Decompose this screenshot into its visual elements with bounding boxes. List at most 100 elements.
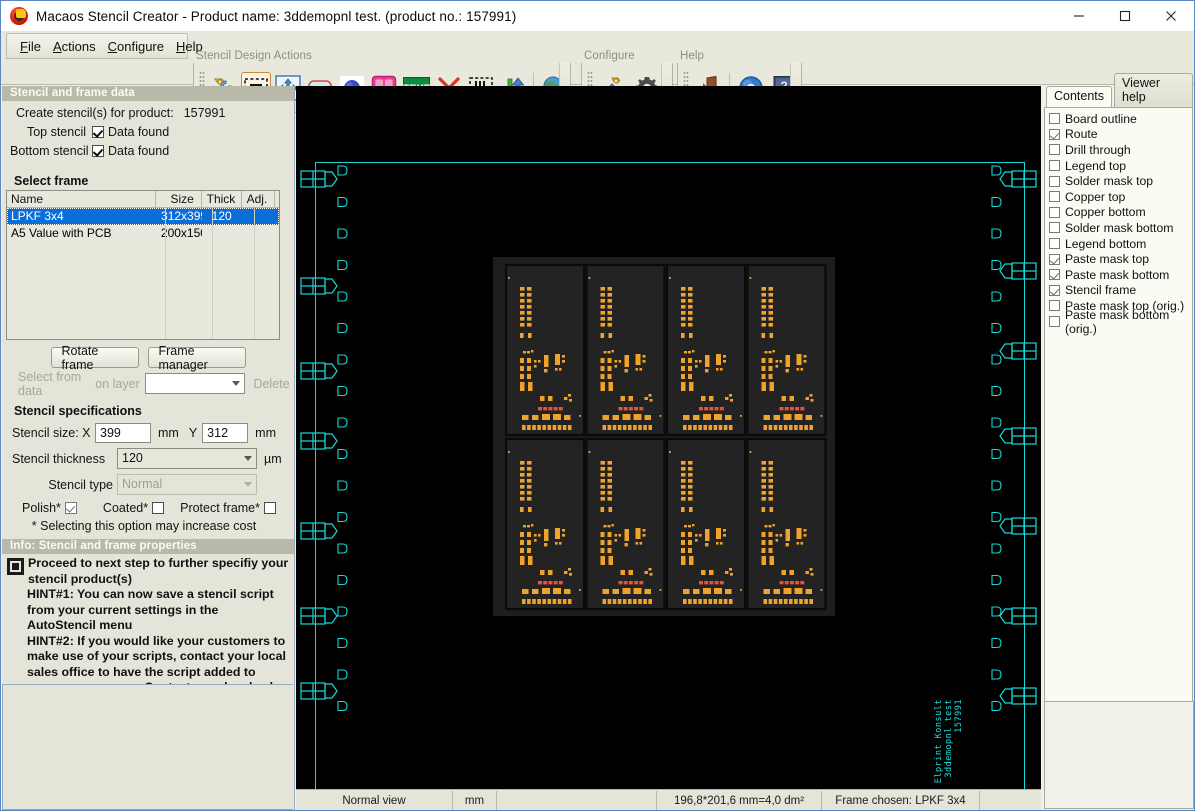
- layer-select[interactable]: [144, 373, 245, 394]
- tab-viewer-help[interactable]: Viewer help: [1114, 73, 1193, 107]
- status-units: mm: [453, 790, 497, 810]
- title-bar: Macaos Stencil Creator - Product name: 3…: [1, 1, 1194, 31]
- top-stencil-checkbox[interactable]: [92, 125, 104, 138]
- contents-item[interactable]: Stencil frame: [1049, 283, 1190, 299]
- contents-item-checkbox[interactable]: [1049, 160, 1060, 172]
- contents-item[interactable]: Paste mask bottom: [1049, 267, 1190, 283]
- contents-item[interactable]: Drill through: [1049, 142, 1190, 158]
- minimize-button[interactable]: [1056, 1, 1102, 31]
- contents-item[interactable]: Legend bottom: [1049, 236, 1190, 252]
- unit-um: µm: [264, 451, 282, 466]
- contents-list: Board outline Route Drill through Legend to…: [1044, 107, 1193, 707]
- contents-item-checkbox[interactable]: [1049, 175, 1060, 187]
- contents-item-checkbox[interactable]: [1049, 300, 1060, 312]
- stencil-specifications-title: Stencil specifications: [14, 404, 142, 418]
- contents-item-checkbox[interactable]: [1049, 316, 1060, 328]
- contents-item-label: Route: [1065, 127, 1098, 142]
- polish-label: Polish*: [22, 501, 61, 515]
- stencil-size-label: Stencil size: X: [12, 426, 91, 440]
- stencil-thickness-row: Stencil thickness 120 µm: [2, 448, 294, 469]
- contents-item-label: Paste mask top: [1065, 252, 1149, 267]
- stencil-text-line-3: 157991: [954, 699, 964, 733]
- contents-item[interactable]: Paste mask bottom (orig.): [1049, 308, 1190, 336]
- polish-checkbox[interactable]: [64, 502, 77, 514]
- stencil-size-x-input[interactable]: [95, 423, 151, 443]
- cell-adj: [242, 208, 275, 225]
- stencil-size-y-label: Y: [188, 426, 198, 440]
- toolbar-strip: FFileile Actions Configure Help Stencil …: [1, 31, 1194, 113]
- protect-frame-label: Protect frame*: [180, 501, 260, 515]
- top-stencil-label: Top stencil: [26, 124, 86, 139]
- cell-extra: [275, 208, 279, 225]
- contents-item-checkbox[interactable]: [1049, 238, 1060, 250]
- contents-item-checkbox[interactable]: [1049, 284, 1060, 296]
- contents-item-checkbox[interactable]: [1049, 222, 1060, 234]
- stencil-size-y-input[interactable]: [202, 423, 249, 443]
- contents-item[interactable]: Legend top: [1049, 158, 1190, 174]
- contents-item[interactable]: Copper bottom: [1049, 205, 1190, 221]
- product-value: 157991: [183, 105, 226, 120]
- contents-item-checkbox[interactable]: [1049, 191, 1060, 203]
- coated-checkbox[interactable]: [152, 502, 165, 514]
- info-line-3-text: HINT#2: If you would like your customers…: [27, 633, 286, 679]
- right-panel-bottom-pane: [1044, 701, 1194, 809]
- table-row[interactable]: A5 Value with PCB 200x150: [7, 225, 279, 242]
- menu-configure[interactable]: Configure: [102, 37, 170, 56]
- contents-item[interactable]: Solder mask bottom: [1049, 220, 1190, 236]
- options-footnote: * Selecting this option may increase cos…: [31, 519, 257, 533]
- tab-contents[interactable]: Contents: [1046, 86, 1113, 107]
- contents-item-label: Solder mask top: [1065, 174, 1154, 189]
- left-panel-bottom-pane: [2, 684, 293, 810]
- bottom-stencil-label: Bottom stencil: [10, 143, 89, 158]
- contents-item-checkbox[interactable]: [1049, 128, 1060, 140]
- menu-actions[interactable]: Actions: [47, 37, 102, 56]
- contents-item[interactable]: Route: [1049, 127, 1190, 143]
- bottom-stencil-checkbox[interactable]: [92, 144, 104, 157]
- stencil-type-select[interactable]: Normal: [117, 474, 257, 495]
- info-line-2: HINT#1: You can now save a stencil scrip…: [27, 587, 274, 632]
- col-name: Name: [7, 191, 157, 208]
- maximize-button[interactable]: [1102, 1, 1148, 31]
- product-label: Create stencil(s) for product:: [16, 105, 174, 120]
- close-button[interactable]: [1148, 1, 1194, 31]
- contents-item[interactable]: Board outline: [1049, 111, 1190, 127]
- delete-button[interactable]: Delete: [249, 374, 294, 393]
- on-layer-label: on layer: [95, 376, 140, 391]
- select-from-data-button[interactable]: Select from data: [8, 370, 93, 398]
- rotate-frame-button[interactable]: Rotate frame: [50, 344, 139, 372]
- menu-file[interactable]: FFileile: [14, 37, 47, 56]
- contents-item[interactable]: Paste mask top: [1049, 251, 1190, 267]
- frame-buttons-row: Rotate frame Frame manager: [2, 344, 294, 372]
- cell-size: 312x399: [161, 209, 202, 223]
- contents-item-checkbox[interactable]: [1049, 206, 1060, 218]
- contents-item-checkbox[interactable]: [1049, 269, 1060, 281]
- frame-table[interactable]: Name Size Thick Adj. LPKF 3x4 312x399 12…: [6, 190, 280, 340]
- contents-item[interactable]: Copper top: [1049, 189, 1190, 205]
- contents-item-checkbox[interactable]: [1049, 113, 1060, 125]
- col-adj: Adj.: [241, 191, 275, 208]
- cell-size: 200x150: [160, 226, 202, 240]
- stencil-text-line-2: 3ddemopnl test: [944, 699, 954, 778]
- contents-item-checkbox[interactable]: [1049, 144, 1060, 156]
- top-stencil-datafound-label: Data found: [108, 124, 170, 139]
- cell-name: A5 Value with PCB: [11, 226, 112, 240]
- pcb-panel[interactable]: [493, 257, 835, 616]
- status-blank: [497, 790, 657, 810]
- stencil-thickness-select[interactable]: 120: [117, 448, 257, 469]
- table-row[interactable]: LPKF 3x4 312x399 120: [7, 208, 279, 225]
- col-extra: [275, 191, 279, 208]
- cell-thick: 120: [211, 209, 232, 223]
- application-window: Macaos Stencil Creator - Product name: 3…: [0, 0, 1195, 811]
- contents-item[interactable]: Solder mask top: [1049, 173, 1190, 189]
- window-title: Macaos Stencil Creator - Product name: 3…: [36, 8, 517, 24]
- cell-name: LPKF 3x4: [11, 209, 64, 223]
- status-trailing: [980, 791, 1041, 811]
- frame-manager-button[interactable]: Frame manager: [147, 344, 246, 372]
- protect-frame-checkbox[interactable]: [264, 502, 276, 514]
- frame-table-header: Name Size Thick Adj.: [7, 191, 279, 208]
- contents-item-checkbox[interactable]: [1049, 253, 1060, 265]
- contents-item-label: Copper top: [1065, 189, 1126, 204]
- toolbar-caption-configure: Configure: [584, 50, 635, 62]
- design-canvas[interactable]: Elprint Konsult 3ddemopnl test 157991: [296, 86, 1041, 789]
- info-header: Info: Stencil and frame properties: [2, 539, 294, 554]
